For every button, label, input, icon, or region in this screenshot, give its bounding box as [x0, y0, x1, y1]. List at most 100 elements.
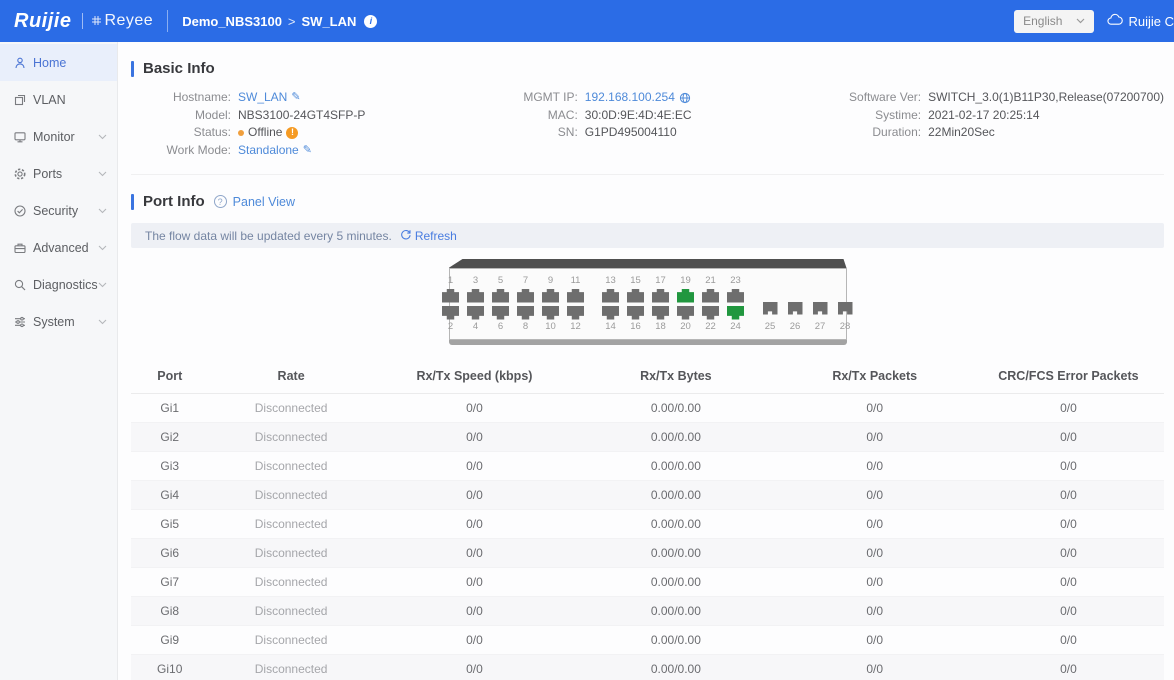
- sidebar-item-monitor[interactable]: Monitor: [0, 118, 117, 155]
- ruijie-cloud-link[interactable]: Ruijie C: [1107, 13, 1174, 29]
- port-number-label: 17: [655, 275, 666, 287]
- port-12[interactable]: [567, 306, 584, 320]
- edit-work-mode-icon[interactable]: ✎: [303, 144, 312, 157]
- port-10[interactable]: [542, 306, 559, 320]
- help-icon[interactable]: ?: [214, 195, 227, 208]
- sidebar-item-vlan[interactable]: VLAN: [0, 81, 117, 118]
- sidebar-item-security[interactable]: Security: [0, 192, 117, 229]
- port-23[interactable]: [727, 289, 744, 303]
- sidebar-item-diagnostics[interactable]: Diagnostics: [0, 266, 117, 303]
- port-26[interactable]: [788, 302, 803, 315]
- port-14[interactable]: [602, 306, 619, 320]
- port-number-label: 14: [605, 321, 616, 333]
- errors-cell: 0/0: [973, 451, 1164, 480]
- port-27[interactable]: [813, 302, 828, 315]
- port-number-label: 25: [765, 321, 776, 333]
- port-25[interactable]: [763, 302, 778, 315]
- language-value: English: [1023, 14, 1062, 28]
- sidebar-item-system[interactable]: System: [0, 303, 117, 340]
- table-row: Gi4Disconnected0/00.00/0.000/00/0: [131, 480, 1164, 509]
- port-7[interactable]: [517, 289, 534, 303]
- column-header: Rate: [208, 359, 373, 393]
- mgmt-ip-value-link[interactable]: 192.168.100.254: [585, 91, 675, 104]
- port-22[interactable]: [702, 306, 719, 320]
- mac-label: MAC:: [488, 109, 578, 122]
- software-ver-label: Software Ver:: [829, 91, 921, 104]
- globe-icon[interactable]: [679, 92, 691, 104]
- port-cell: Gi10: [131, 654, 208, 680]
- table-row: Gi1Disconnected0/00.00/0.000/00/0: [131, 393, 1164, 422]
- rate-cell: Disconnected: [208, 480, 373, 509]
- port-9[interactable]: [542, 289, 559, 303]
- breadcrumb-network[interactable]: Demo_NBS3100: [182, 14, 282, 29]
- port-number-label: 12: [570, 321, 581, 333]
- refresh-link[interactable]: Refresh: [400, 229, 457, 243]
- column-header: Rx/Tx Bytes: [575, 359, 776, 393]
- sidebar-item-label: System: [33, 315, 75, 329]
- work-mode-label: Work Mode:: [131, 144, 231, 157]
- port-pair: 2324: [726, 275, 746, 333]
- bytes-cell: 0.00/0.00: [575, 422, 776, 451]
- sidebar-item-ports[interactable]: Ports: [0, 155, 117, 192]
- sfp-port-column: 26: [786, 276, 805, 333]
- port-number-label: 8: [523, 321, 528, 333]
- port-4[interactable]: [467, 306, 484, 320]
- basic-info-col-2: MGMT IP: 192.168.100.254 MAC: 30:0D:9E:4…: [488, 91, 829, 161]
- chevron-down-icon: [98, 171, 107, 177]
- chassis-bottom-edge: [449, 340, 847, 345]
- logo-divider: [82, 13, 83, 29]
- work-mode-value-link[interactable]: Standalone: [238, 144, 299, 157]
- duration-row: Duration: 22Min20Sec: [829, 126, 1164, 139]
- port-13[interactable]: [602, 289, 619, 303]
- bytes-cell: 0.00/0.00: [575, 567, 776, 596]
- port-6[interactable]: [492, 306, 509, 320]
- systime-row: Systime: 2021-02-17 20:25:14: [829, 109, 1164, 122]
- sidebar-menu: HomeVLANMonitorPortsSecurityAdvancedDiag…: [0, 44, 117, 340]
- port-number-label: 13: [605, 275, 616, 287]
- edit-hostname-icon[interactable]: ✎: [291, 91, 300, 104]
- port-15[interactable]: [627, 289, 644, 303]
- port-3[interactable]: [467, 289, 484, 303]
- port-number-label: 4: [473, 321, 478, 333]
- device-info-icon[interactable]: i: [364, 15, 377, 28]
- port-5[interactable]: [492, 289, 509, 303]
- port-2[interactable]: [442, 306, 459, 320]
- sidebar-item-advanced[interactable]: Advanced: [0, 229, 117, 266]
- rate-cell: Disconnected: [208, 509, 373, 538]
- offline-warning-icon[interactable]: !: [286, 127, 298, 139]
- port-19[interactable]: [677, 289, 694, 303]
- cloud-icon: [1107, 13, 1123, 29]
- port-24[interactable]: [727, 306, 744, 320]
- port-11[interactable]: [567, 289, 584, 303]
- sn-value: G1PD495004110: [585, 126, 677, 139]
- bytes-cell: 0.00/0.00: [575, 596, 776, 625]
- hostname-value-link[interactable]: SW_LAN: [238, 91, 287, 104]
- mgmt-ip-row: MGMT IP: 192.168.100.254: [488, 91, 829, 104]
- basic-info-grid: Hostname: SW_LAN ✎ Model: NBS3100-24GT4S…: [131, 91, 1164, 161]
- switch-panel: 123456789101112 131415161718192021222324…: [449, 259, 847, 345]
- port-18[interactable]: [652, 306, 669, 320]
- rate-cell: Disconnected: [208, 538, 373, 567]
- port-info-title: Port Info: [143, 193, 205, 210]
- hostname-row: Hostname: SW_LAN ✎: [131, 91, 488, 104]
- packets-cell: 0/0: [777, 567, 973, 596]
- table-row: Gi10Disconnected0/00.00/0.000/00/0: [131, 654, 1164, 680]
- port-1[interactable]: [442, 289, 459, 303]
- rate-cell: Disconnected: [208, 654, 373, 680]
- speed-cell: 0/0: [374, 509, 575, 538]
- sidebar-item-home[interactable]: Home: [0, 44, 117, 81]
- language-selector[interactable]: English: [1014, 10, 1094, 33]
- port-number-label: 9: [548, 275, 553, 287]
- speed-cell: 0/0: [374, 480, 575, 509]
- port-21[interactable]: [702, 289, 719, 303]
- port-17[interactable]: [652, 289, 669, 303]
- port-20[interactable]: [677, 306, 694, 320]
- notice-text: The flow data will be updated every 5 mi…: [145, 229, 392, 243]
- breadcrumb-device[interactable]: SW_LAN: [302, 14, 357, 29]
- port-8[interactable]: [517, 306, 534, 320]
- speed-cell: 0/0: [374, 538, 575, 567]
- ports-icon: [13, 167, 27, 181]
- panel-view-link[interactable]: Panel View: [233, 195, 295, 209]
- port-28[interactable]: [838, 302, 853, 315]
- port-16[interactable]: [627, 306, 644, 320]
